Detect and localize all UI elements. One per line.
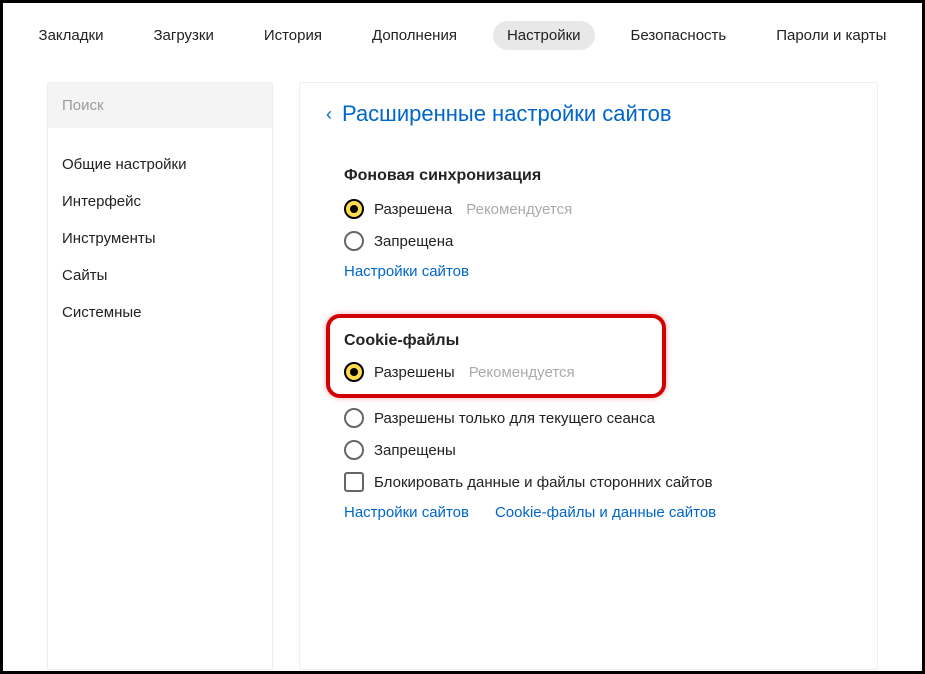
option-label: Запрещены [374,442,456,459]
radio-icon [344,408,364,428]
sidebar: Общие настройки Интерфейс Инструменты Са… [47,82,273,670]
sidebar-item-sites[interactable]: Сайты [48,257,272,294]
cookies-option-session[interactable]: Разрешены только для текущего сеанса [344,408,851,428]
sidebar-item-general[interactable]: Общие настройки [48,146,272,183]
sync-option-allowed[interactable]: Разрешена Рекомендуется [344,199,851,219]
radio-icon [344,231,364,251]
topnav-passwords[interactable]: Пароли и карты [762,21,900,50]
sidebar-item-system[interactable]: Системные [48,294,272,331]
sidebar-item-interface[interactable]: Интерфейс [48,183,272,220]
option-label: Разрешена [374,201,452,218]
topnav-downloads[interactable]: Загрузки [139,21,227,50]
section-cookies-rest: Разрешены только для текущего сеанса Зап… [326,408,851,521]
topnav-history[interactable]: История [250,21,336,50]
page-title: Расширенные настройки сайтов [342,101,672,127]
cookies-title: Cookie-файлы [344,332,648,350]
cookies-option-denied[interactable]: Запрещены [344,440,851,460]
cookies-data-link[interactable]: Cookie-файлы и данные сайтов [495,504,716,521]
radio-icon [344,440,364,460]
option-label: Блокировать данные и файлы сторонних сай… [374,474,713,491]
cookies-sites-link[interactable]: Настройки сайтов [344,504,469,521]
search-wrap [48,83,272,128]
back-chevron-icon[interactable]: ‹ [326,105,332,123]
radio-icon [344,199,364,219]
cookies-option-allowed[interactable]: Разрешены Рекомендуется [344,362,648,382]
section-background-sync: Фоновая синхронизация Разрешена Рекоменд… [326,167,851,280]
top-navigation: Закладки Загрузки История Дополнения Нас… [3,3,922,82]
cookies-highlight: Cookie-файлы Разрешены Рекомендуется [326,314,666,398]
option-label: Запрещена [374,233,453,250]
option-hint: Рекомендуется [469,364,575,381]
sync-option-denied[interactable]: Запрещена [344,231,851,251]
option-label: Разрешены [374,364,455,381]
sync-sites-link[interactable]: Настройки сайтов [344,263,469,280]
main-panel: ‹ Расширенные настройки сайтов Фоновая с… [299,82,878,670]
sidebar-item-tools[interactable]: Инструменты [48,220,272,257]
radio-icon [344,362,364,382]
option-label: Разрешены только для текущего сеанса [374,410,655,427]
page-header: ‹ Расширенные настройки сайтов [326,101,851,127]
topnav-security[interactable]: Безопасность [617,21,741,50]
topnav-bookmarks[interactable]: Закладки [25,21,118,50]
topnav-addons[interactable]: Дополнения [358,21,471,50]
search-input[interactable] [48,83,272,128]
option-hint: Рекомендуется [466,201,572,218]
topnav-settings[interactable]: Настройки [493,21,595,50]
checkbox-icon [344,472,364,492]
sync-title: Фоновая синхронизация [344,167,851,185]
cookies-option-block-third[interactable]: Блокировать данные и файлы сторонних сай… [344,472,851,492]
